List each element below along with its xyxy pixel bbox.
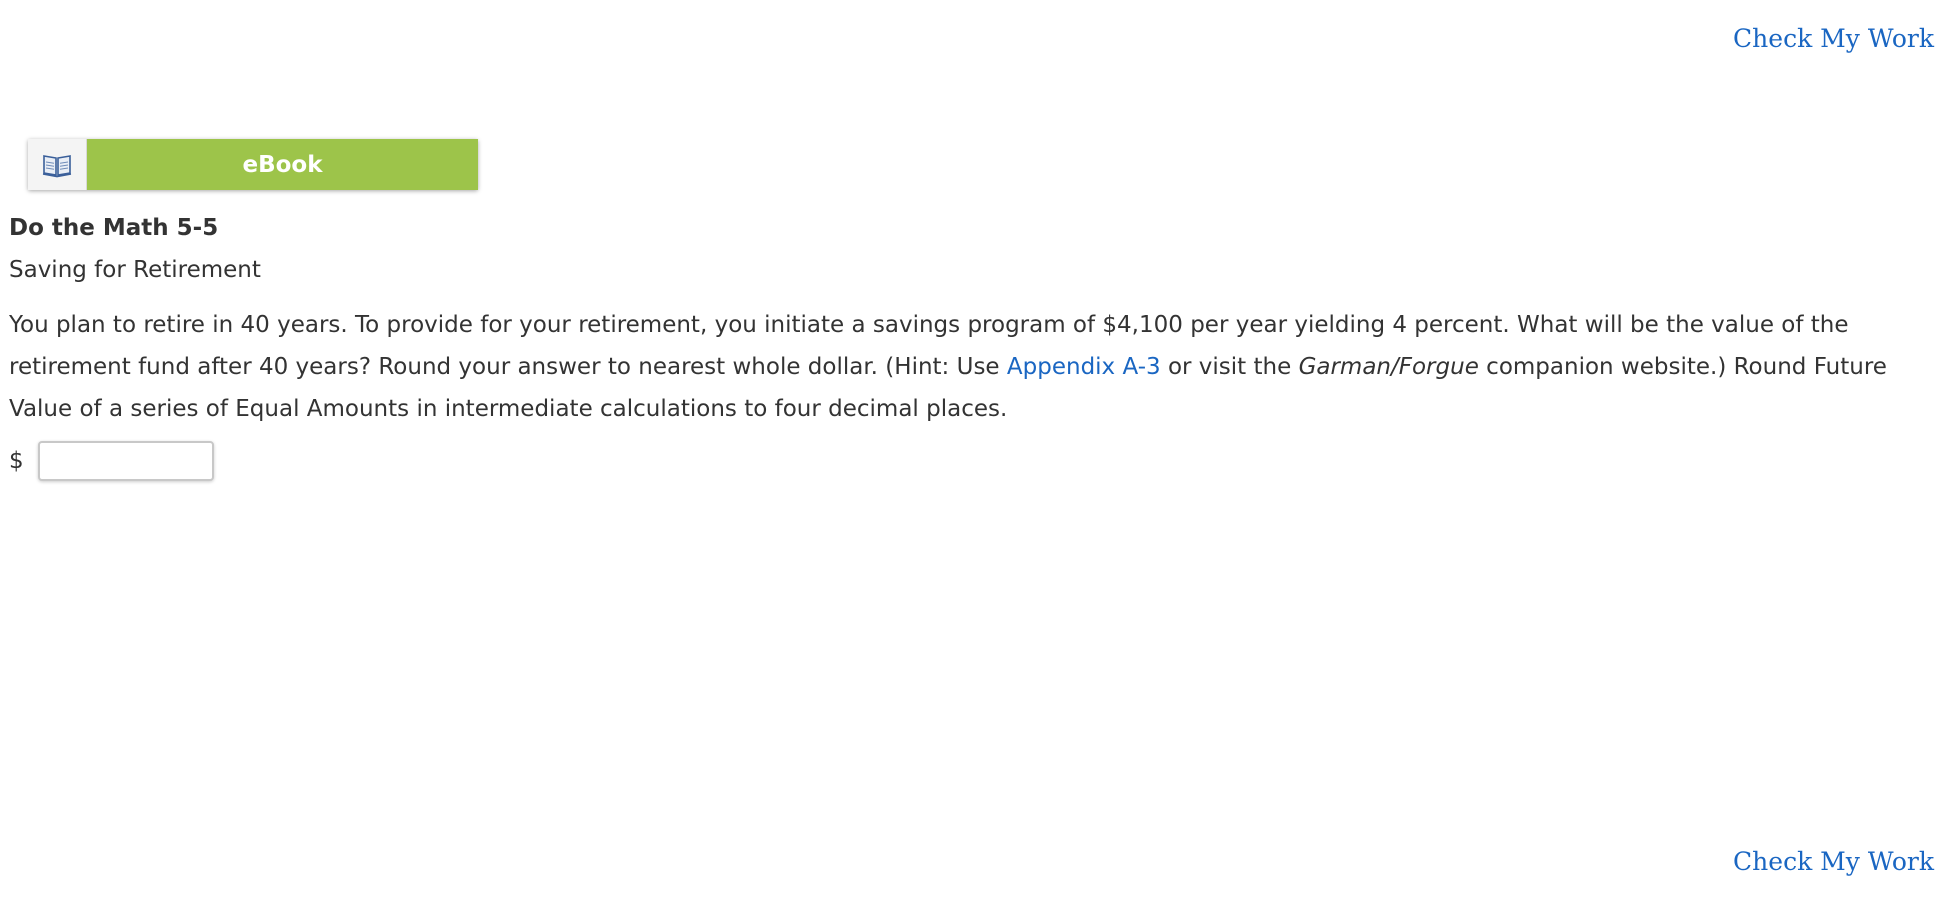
open-book-icon: [28, 139, 87, 190]
ebook-button[interactable]: eBook: [28, 139, 478, 190]
website-name: Garman/Forgue: [1298, 354, 1479, 380]
problem-content: Do the Math 5-5 Saving for Retirement Yo…: [9, 212, 1954, 430]
check-my-work-link-bottom[interactable]: Check My Work: [1733, 847, 1934, 876]
ebook-label: eBook: [87, 139, 478, 190]
problem-text-part2: or visit the: [1160, 354, 1299, 380]
answer-input[interactable]: [37, 441, 214, 481]
problem-title: Do the Math 5-5: [9, 215, 219, 241]
appendix-a3-link[interactable]: Appendix A-3: [1007, 354, 1161, 380]
problem-subtitle: Saving for Retirement: [9, 257, 261, 283]
check-my-work-link-top[interactable]: Check My Work: [1733, 24, 1934, 53]
problem-statement: You plan to retire in 40 years. To provi…: [9, 304, 1954, 430]
answer-row: $: [9, 441, 214, 481]
currency-symbol: $: [9, 448, 24, 474]
